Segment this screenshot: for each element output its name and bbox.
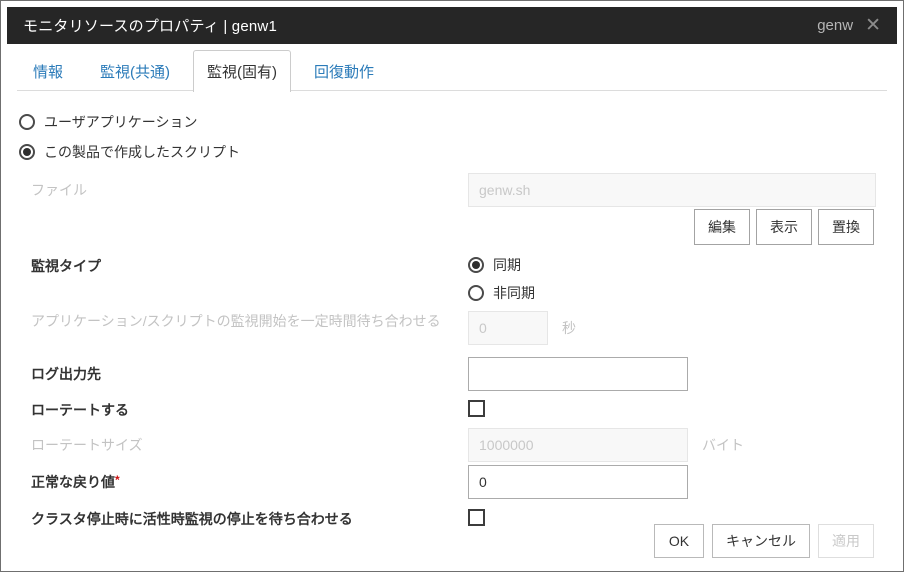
script-created-radio-label[interactable]: この製品で作成したスクリプト <box>44 142 240 162</box>
rotate-size-unit: バイト <box>702 435 744 455</box>
normal-return-row: 正常な戻り値* <box>1 465 903 499</box>
log-output-input[interactable] <box>468 357 688 391</box>
rotate-row: ローテートする <box>1 400 903 420</box>
wait-stop-checkbox[interactable] <box>468 509 485 526</box>
log-output-label: ログ出力先 <box>31 364 468 384</box>
file-input <box>468 173 876 207</box>
title-bar: モニタリソースのプロパティ | genw1 genw ✕ <box>7 7 897 44</box>
tab-monitor-specific[interactable]: 監視(固有) <box>193 50 291 92</box>
radio-row-async: 非同期 <box>468 279 876 307</box>
tab-content: ユーザアプリケーション この製品で作成したスクリプト ファイル 編集 表示 置換… <box>1 91 903 530</box>
resource-name-label: genw <box>817 17 853 34</box>
monitor-resource-properties-dialog: モニタリソースのプロパティ | genw1 genw ✕ 情報 監視(共通) 監… <box>0 0 904 572</box>
file-row: ファイル <box>1 173 903 207</box>
view-button[interactable]: 表示 <box>756 209 812 245</box>
monitor-type-row: 監視タイプ 同期 非同期 <box>1 251 903 307</box>
log-output-row: ログ出力先 <box>1 357 903 391</box>
required-asterisk: * <box>115 473 120 487</box>
sync-radio[interactable] <box>468 257 484 273</box>
ok-button[interactable]: OK <box>654 524 704 558</box>
rotate-checkbox[interactable] <box>468 400 485 417</box>
radio-row-script: この製品で作成したスクリプト <box>1 137 903 167</box>
file-label: ファイル <box>31 180 468 200</box>
tab-recovery-action[interactable]: 回復動作 <box>300 50 388 91</box>
close-icon[interactable]: ✕ <box>865 16 881 35</box>
apply-button: 適用 <box>818 524 874 558</box>
dialog-title: モニタリソースのプロパティ | genw1 <box>23 15 817 36</box>
normal-return-input[interactable] <box>468 465 688 499</box>
async-radio[interactable] <box>468 285 484 301</box>
user-application-radio-label[interactable]: ユーザアプリケーション <box>44 112 197 132</box>
tab-bar: 情報 監視(共通) 監視(固有) 回復動作 <box>17 50 887 91</box>
wait-stop-label: クラスタ停止時に活性時監視の停止を待ち合わせる <box>31 509 468 529</box>
radio-row-sync: 同期 <box>468 251 876 279</box>
normal-return-label: 正常な戻り値* <box>31 472 468 492</box>
sync-radio-label[interactable]: 同期 <box>493 255 521 275</box>
rotate-label: ローテートする <box>31 400 468 420</box>
async-radio-label[interactable]: 非同期 <box>493 283 535 303</box>
cancel-button[interactable]: キャンセル <box>712 524 810 558</box>
rotate-size-row: ローテートサイズ バイト <box>1 428 903 462</box>
rotate-size-label: ローテートサイズ <box>31 435 468 455</box>
file-button-row: 編集 表示 置換 <box>1 209 903 245</box>
wait-start-input <box>468 311 548 345</box>
monitor-type-label: 監視タイプ <box>31 251 468 276</box>
wait-start-row: アプリケーション/スクリプトの監視開始を一定時間待ち合わせる 秒 <box>1 311 903 345</box>
footer-button-row: OK キャンセル 適用 <box>654 524 874 558</box>
user-application-radio[interactable] <box>19 114 35 130</box>
radio-row-user-application: ユーザアプリケーション <box>1 107 903 137</box>
replace-button[interactable]: 置換 <box>818 209 874 245</box>
rotate-size-input <box>468 428 688 462</box>
wait-start-label: アプリケーション/スクリプトの監視開始を一定時間待ち合わせる <box>31 311 468 331</box>
normal-return-label-text: 正常な戻り値 <box>31 474 115 490</box>
wait-start-unit: 秒 <box>562 318 576 338</box>
edit-button[interactable]: 編集 <box>694 209 750 245</box>
tab-monitor-common[interactable]: 監視(共通) <box>86 50 184 91</box>
tab-info[interactable]: 情報 <box>19 50 77 91</box>
script-created-radio[interactable] <box>19 144 35 160</box>
